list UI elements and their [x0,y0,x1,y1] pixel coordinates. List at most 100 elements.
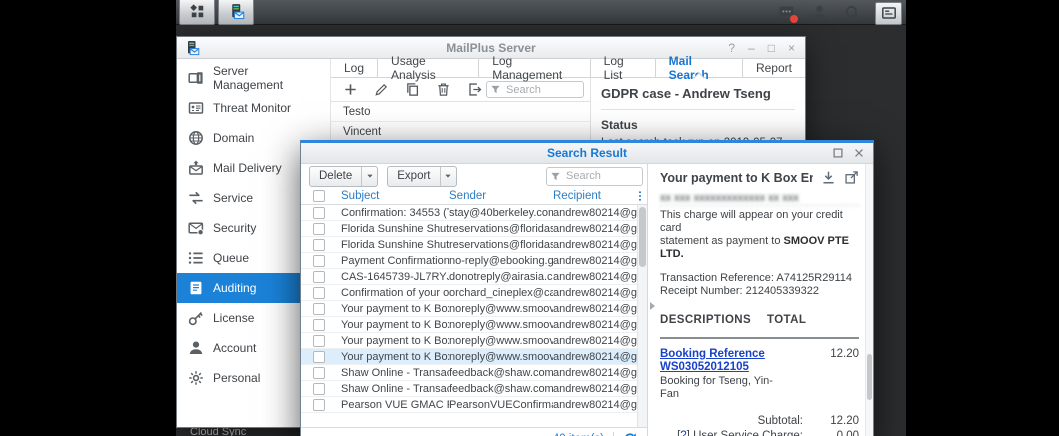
case-title: GDPR case - Andrew Tseng [601,86,795,110]
email-subject: Florida Sunshine Shuttle Re... [341,223,449,235]
email-row[interactable]: Your payment to K Box Ent...noreply@www.… [301,317,637,333]
email-row[interactable]: Florida Sunshine Shuttle Re...reservatio… [301,221,637,237]
edit-button[interactable] [374,82,389,97]
case-list-item[interactable]: Testo [331,102,590,122]
help-button[interactable]: ? [728,42,735,54]
taskbar [176,0,906,25]
result-search-box[interactable] [546,167,643,186]
scrollbar-thumb[interactable] [867,354,872,400]
table-footer: 40 item(s) [301,427,647,436]
row-checkbox[interactable] [313,287,325,299]
delete-button[interactable]: Delete [310,167,361,186]
email-row[interactable]: Payment Confirmation RTX...no-reply@eboo… [301,253,637,269]
row-checkbox[interactable] [313,319,325,331]
email-subject: Shaw Online - Transaction ... [341,383,449,395]
filter-icon [490,84,501,95]
case-list-item[interactable]: Vincent [331,122,590,142]
sidebar-item-label: Account [213,341,256,355]
taskbar-app-button[interactable] [179,0,215,25]
case-search-box[interactable] [486,81,584,98]
export-task-button[interactable] [467,82,482,97]
column-header-sender[interactable]: Sender [449,190,553,202]
email-row[interactable]: Confirmation of your orderorchard_cinepl… [301,285,637,301]
dialog-titlebar[interactable]: Search Result [301,143,873,164]
service-charge-value: 0.00 [803,430,859,436]
sidebar-item-label: Queue [213,251,249,265]
maximize-icon[interactable] [832,147,844,159]
row-checkbox[interactable] [313,223,325,235]
column-header-subject[interactable]: Subject [341,190,449,202]
email-row[interactable]: Pearson VUE GMAC ReceiptPearsonVUEConfir… [301,397,637,413]
email-row[interactable]: Shaw Online - Transaction ...feedback@sh… [301,365,637,381]
tab-log-management[interactable]: Log Management [478,59,589,77]
copy-button[interactable] [405,82,420,97]
tab-usage-analysis[interactable]: Usage Analysis [377,59,478,77]
row-checkbox[interactable] [313,351,325,363]
refresh-button[interactable] [623,432,637,436]
email-row[interactable]: Your payment to K Box Ent...noreply@www.… [301,349,637,365]
email-row[interactable]: Confirmation: 34553 (Tseng)stay@40berkel… [301,205,637,221]
case-search-input[interactable] [504,83,580,97]
email-row[interactable]: Your payment to K Box Ent...noreply@www.… [301,333,637,349]
tab-report[interactable]: Report [742,59,805,77]
collapse-pane-arrow-icon[interactable] [650,302,655,310]
tab-log-list[interactable]: Log List [590,59,655,77]
close-icon[interactable] [853,147,865,159]
security-icon [187,220,204,237]
delete-button[interactable] [436,82,451,97]
row-checkbox[interactable] [313,335,325,347]
row-checkbox[interactable] [313,367,325,379]
export-dropdown-button[interactable] [440,167,456,186]
result-table-pane: Delete Export [301,164,648,436]
column-header-recipient[interactable]: Recipient [553,190,647,202]
email-row[interactable]: Your payment to K Box Ent...noreply@www.… [301,301,637,317]
minimize-button[interactable]: – [748,42,755,54]
preview-scrollbar[interactable] [865,164,873,436]
email-row[interactable]: CAS-1645739-JL7RYJ CRM:...donotreply@air… [301,269,637,285]
row-checkbox[interactable] [313,383,325,395]
email-subject: Confirmation: 34553 (Tseng) [341,207,449,219]
taskbar-app-button[interactable] [218,0,254,25]
subtotal-value: 12.20 [803,415,859,427]
license-icon [187,310,204,327]
email-row[interactable]: Florida Sunshine Shuttle Re...reservatio… [301,237,637,253]
export-button[interactable]: Export [388,167,439,186]
open-external-icon[interactable] [844,170,859,185]
row-checkbox[interactable] [313,271,325,283]
delete-dropdown-button[interactable] [361,167,377,186]
add-button[interactable] [343,82,358,97]
row-checkbox[interactable] [313,239,325,251]
email-sender: feedback@shaw.com... [449,367,553,379]
email-sender: noreply@www.smoov... [449,319,553,331]
sidebar-item-threat-monitor[interactable]: Threat Monitor [177,93,330,123]
email-subject: Your payment to K Box Ent... [341,303,449,315]
column-options-icon[interactable] [634,190,646,202]
maximize-button[interactable]: □ [768,42,775,54]
receipt-number: Receipt Number: 212405339322 [660,285,819,297]
scrollbar-thumb[interactable] [639,207,646,267]
row-checkbox[interactable] [313,255,325,267]
taskbar-user-button[interactable] [809,3,829,23]
table-scrollbar[interactable] [637,205,647,427]
download-icon[interactable] [821,170,836,185]
sidebar-item-label: Service [213,191,253,205]
sidebar-item-server-management[interactable]: Server Management [177,63,330,93]
email-recipient: andrew80214@gm... [553,383,637,395]
close-button[interactable]: × [788,42,795,54]
search-icon [844,4,861,21]
taskbar-chat-button[interactable] [776,3,796,23]
row-checkbox[interactable] [313,303,325,315]
email-recipient: andrew80214@gm... [553,271,637,283]
result-search-input[interactable] [564,169,639,183]
booking-reference-link[interactable]: Booking Reference WS03052012105 [660,348,813,374]
taskbar-widgets-button[interactable] [875,2,902,25]
select-all-checkbox[interactable] [313,190,325,202]
row-checkbox[interactable] [313,399,325,411]
taskbar-search-button[interactable] [842,3,862,23]
email-sender: reservations@floridas... [449,223,553,235]
row-checkbox[interactable] [313,207,325,219]
tab-log[interactable]: Log [331,59,377,77]
tab-mail-search[interactable]: Mail Search [655,59,742,77]
window-title: MailPlus Server [177,41,805,55]
email-row[interactable]: Shaw Online - Transaction ...feedback@sh… [301,381,637,397]
